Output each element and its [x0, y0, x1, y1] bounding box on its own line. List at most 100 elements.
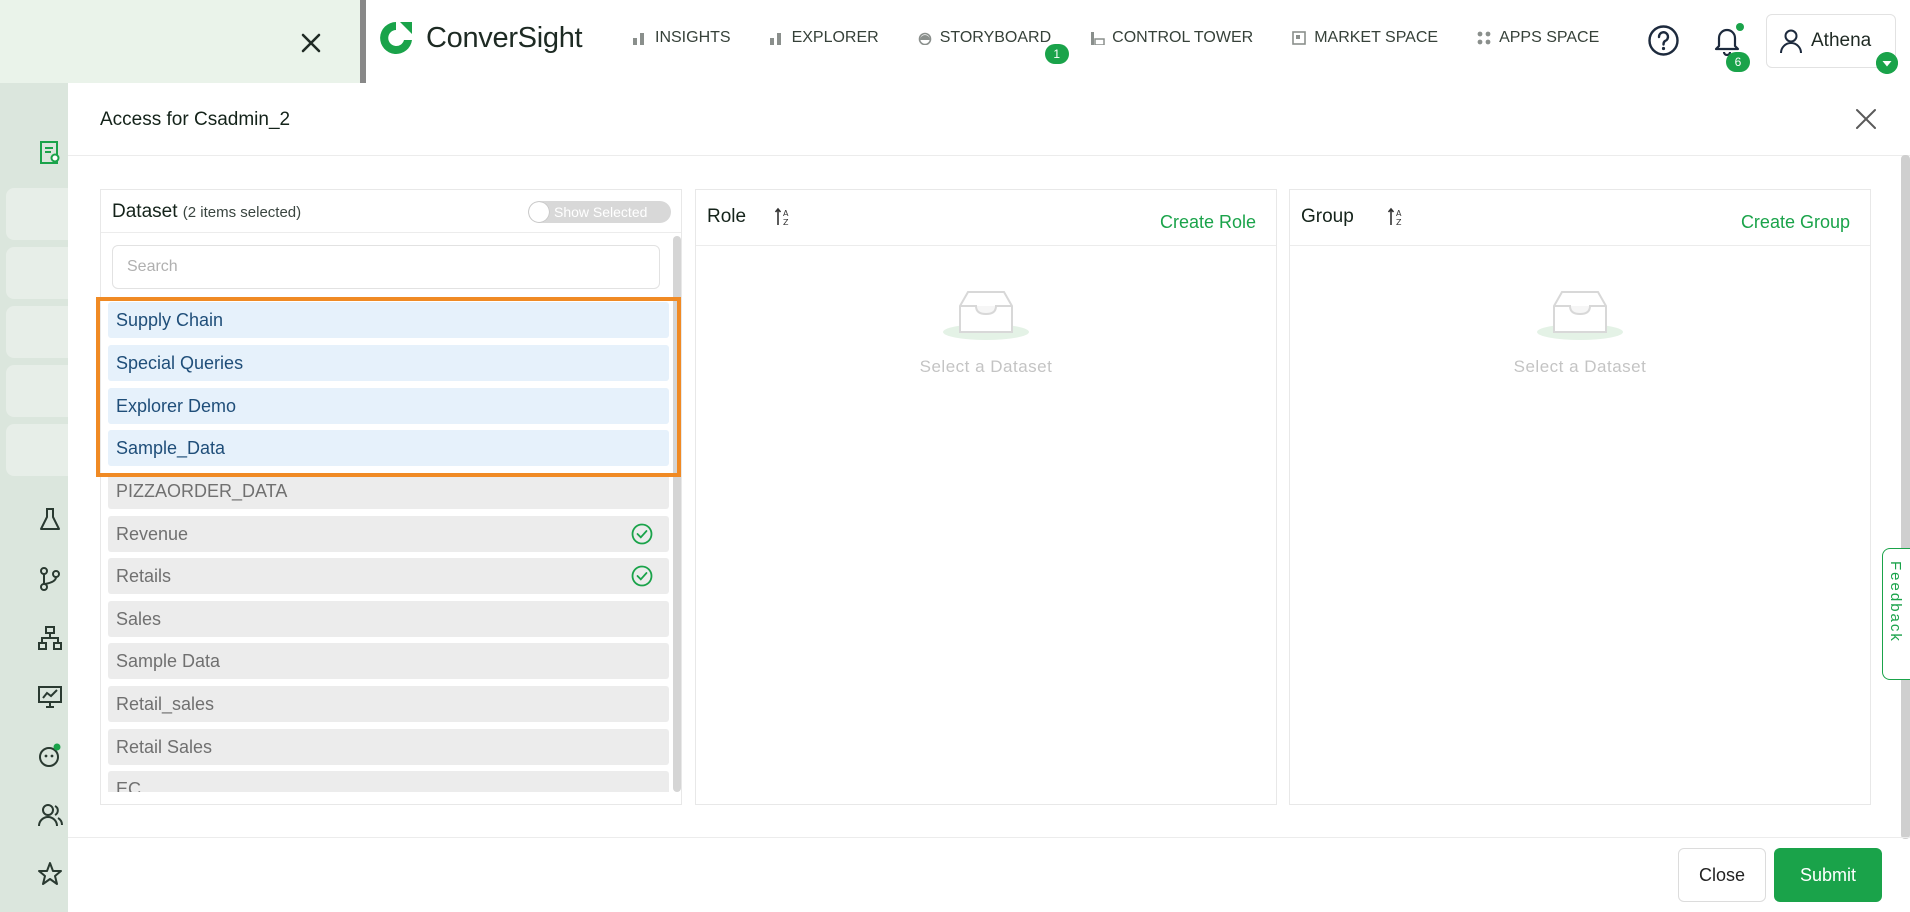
chevron-down-icon[interactable]	[1876, 52, 1898, 74]
brand-name: ConverSight	[426, 21, 583, 54]
top-bar: ConverSight INSIGHTS EXPLORER STORYBOARD…	[0, 0, 1910, 83]
notification-dot	[1736, 23, 1744, 31]
create-role-link[interactable]: Create Role	[1160, 212, 1256, 233]
left-rail	[0, 83, 68, 912]
brand-logo[interactable]: ConverSight	[378, 18, 583, 58]
close-icon[interactable]	[1852, 105, 1880, 133]
rail-placeholder	[6, 247, 68, 299]
nav-label: APPS SPACE	[1499, 29, 1600, 46]
top-divider	[360, 0, 366, 83]
toggle-label: Show Selected	[554, 204, 648, 220]
nav-insights[interactable]: INSIGHTS	[632, 29, 731, 47]
nav-storyboard[interactable]: STORYBOARD 1	[917, 29, 1069, 64]
feedback-tab[interactable]: Feedback	[1882, 548, 1910, 680]
feedback-label: Feedback	[1887, 561, 1904, 643]
monitor-chart-icon[interactable]	[36, 683, 64, 711]
top-left-panel	[0, 0, 360, 83]
users-icon[interactable]	[36, 801, 64, 829]
dataset-list-scrollbar[interactable]	[673, 236, 681, 792]
dataset-item-retail-sales[interactable]: Retail Sales	[108, 729, 669, 765]
list-item-label: EC	[116, 779, 142, 792]
dataset-item-retail-sales-underscore[interactable]: Retail_sales	[108, 686, 669, 722]
market-space-icon	[1292, 31, 1306, 45]
flask-icon[interactable]	[36, 505, 64, 533]
nav-label: INSIGHTS	[655, 29, 731, 46]
group-panel-header: Group A Z Create Group	[1290, 190, 1870, 246]
role-title: Role	[707, 206, 747, 227]
nav-label: STORYBOARD	[939, 29, 1052, 46]
show-selected-toggle[interactable]: Show Selected	[528, 201, 671, 223]
modal-title: Access for Csadmin_2	[100, 109, 291, 130]
dataset-item-revenue[interactable]: Revenue	[108, 516, 669, 552]
role-empty-text: Select a Dataset	[919, 357, 1053, 376]
dataset-item-sample-data[interactable]: Sample Data	[108, 643, 669, 679]
submit-button[interactable]: Submit	[1774, 848, 1882, 902]
modal-scrollbar[interactable]	[1901, 155, 1910, 839]
close-icon[interactable]	[296, 28, 326, 58]
conversight-logo-icon	[380, 22, 412, 54]
control-tower-icon	[1091, 32, 1105, 45]
role-panel-header: Role A Z Create Role	[696, 190, 1276, 246]
role-panel: Role A Z Create Role Select a Dataset	[695, 189, 1277, 805]
main-nav: INSIGHTS EXPLORER STORYBOARD 1 CONTROL T…	[632, 29, 1637, 64]
nav-apps-space[interactable]: APPS SPACE	[1476, 29, 1599, 47]
dataset-item-explorer-demo[interactable]: Explorer Demo	[108, 388, 669, 424]
list-item-label: Special Queries	[116, 353, 244, 373]
group-title: Group	[1301, 206, 1354, 227]
nav-explorer[interactable]: EXPLORER	[769, 29, 879, 47]
dataset-list: Supply Chain Special Queries Explorer De…	[108, 302, 669, 792]
sort-icon[interactable]: A Z	[1387, 206, 1407, 228]
rail-placeholder	[6, 424, 68, 476]
list-item-label: Retail_sales	[116, 694, 215, 714]
modal-footer	[68, 837, 1910, 912]
rail-placeholder	[6, 188, 68, 240]
modal-header: Access for Csadmin_2	[68, 83, 1910, 156]
group-empty-state: Select a Dataset	[1290, 286, 1870, 377]
dataset-item-supply-chain[interactable]: Supply Chain	[108, 302, 669, 338]
create-group-link[interactable]: Create Group	[1741, 212, 1850, 233]
svg-text:Z: Z	[1396, 218, 1402, 227]
notification-badge: 6	[1726, 52, 1750, 72]
dataset-panel-header: Dataset (2 items selected) Show Selected	[101, 190, 681, 233]
list-item-label: Retails	[116, 566, 172, 586]
dataset-item-sales[interactable]: Sales	[108, 601, 669, 637]
sort-icon[interactable]: A Z	[774, 206, 794, 228]
dataset-title-text: Dataset	[112, 201, 178, 222]
nav-label: CONTROL TOWER	[1112, 29, 1254, 46]
help-icon[interactable]	[1647, 24, 1680, 57]
bar-chart-icon	[769, 33, 781, 45]
role-empty-state: Select a Dataset	[696, 286, 1276, 377]
storyboard-icon	[918, 32, 932, 45]
dataset-item-pizzaorder-data[interactable]: PIZZAORDER_DATA	[108, 473, 669, 509]
dataset-selected-count: (2 items selected)	[182, 204, 302, 221]
user-name: Athena	[1811, 30, 1872, 51]
nav-label: EXPLORER	[791, 29, 879, 46]
user-icon	[1780, 29, 1802, 54]
dataset-item-special-queries[interactable]: Special Queries	[108, 345, 669, 381]
dataset-item-ec[interactable]: EC	[108, 771, 669, 792]
rail-placeholder	[6, 365, 68, 417]
bar-chart-icon	[633, 33, 644, 45]
hierarchy-icon[interactable]	[36, 624, 64, 652]
dataset-search-input[interactable]	[112, 245, 660, 289]
dataset-item-retails[interactable]: Retails	[108, 558, 669, 594]
report-icon[interactable]	[36, 139, 64, 167]
svg-text:Z: Z	[783, 218, 789, 227]
list-item-label: Supply Chain	[116, 310, 224, 330]
close-button[interactable]: Close	[1678, 848, 1766, 902]
list-item-label: Sales	[116, 609, 162, 629]
dataset-item-sample-data-underscore[interactable]: Sample_Data	[108, 430, 669, 466]
bot-icon[interactable]	[36, 742, 64, 770]
star-icon[interactable]	[36, 860, 64, 888]
list-item-label: PIZZAORDER_DATA	[116, 481, 288, 501]
nav-control-tower[interactable]: CONTROL TOWER	[1089, 29, 1253, 47]
inbox-icon	[1537, 291, 1623, 340]
nav-market-space[interactable]: MARKET SPACE	[1291, 29, 1438, 47]
rail-placeholder	[6, 306, 68, 358]
svg-text:A: A	[1396, 209, 1402, 218]
branch-icon[interactable]	[36, 565, 64, 593]
check-circle-icon	[631, 523, 653, 545]
apps-space-icon	[1477, 31, 1491, 45]
nav-label: MARKET SPACE	[1314, 29, 1439, 46]
notifications-button[interactable]: 6	[1712, 23, 1750, 72]
